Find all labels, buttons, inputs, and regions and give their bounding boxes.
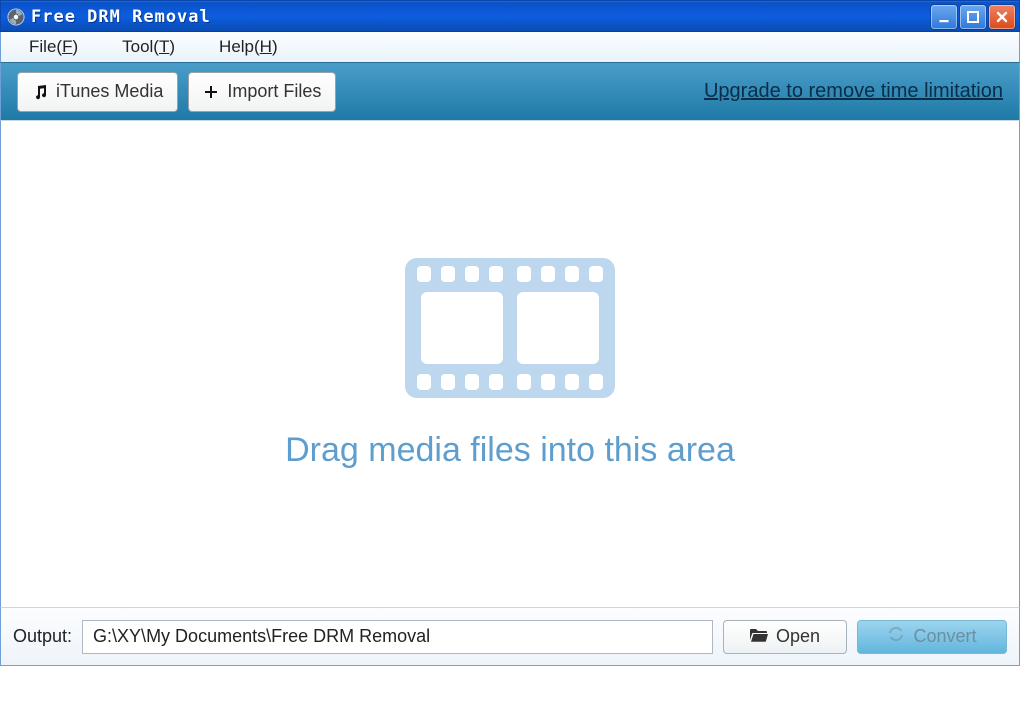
drop-area-text: Drag media files into this area xyxy=(285,431,735,470)
output-label: Output: xyxy=(13,626,72,647)
menu-help-key: H xyxy=(260,37,272,56)
minimize-button[interactable] xyxy=(931,5,957,29)
toolbar: iTunes Media Import Files Upgrade to rem… xyxy=(0,62,1020,120)
music-note-icon xyxy=(32,84,48,100)
maximize-button[interactable] xyxy=(960,5,986,29)
menu-help-close: ) xyxy=(272,37,278,56)
menu-file-label: File( xyxy=(29,37,62,56)
menu-tool[interactable]: Tool(T) xyxy=(100,35,197,59)
menu-help[interactable]: Help(H) xyxy=(197,35,300,59)
open-button[interactable]: Open xyxy=(723,620,847,654)
window-title: Free DRM Removal xyxy=(31,7,211,27)
menu-tool-close: ) xyxy=(169,37,175,56)
open-button-label: Open xyxy=(776,626,820,647)
convert-button[interactable]: Convert xyxy=(857,620,1007,654)
convert-button-label: Convert xyxy=(913,626,976,647)
bottombar: Output: Open Convert xyxy=(0,608,1020,666)
menu-tool-label: Tool( xyxy=(122,37,159,56)
upgrade-link[interactable]: Upgrade to remove time limitation xyxy=(704,80,1003,103)
drop-area[interactable]: Drag media files into this area xyxy=(0,120,1020,608)
menu-tool-key: T xyxy=(159,37,169,56)
app-window: Free DRM Removal File(F) Tool(T) Help(H)… xyxy=(0,0,1020,716)
menu-help-label: Help( xyxy=(219,37,260,56)
folder-open-icon xyxy=(750,626,768,647)
menubar: File(F) Tool(T) Help(H) xyxy=(0,32,1020,62)
film-strip-icon xyxy=(405,258,615,403)
import-files-button[interactable]: Import Files xyxy=(188,72,336,112)
import-files-label: Import Files xyxy=(227,81,321,102)
titlebar[interactable]: Free DRM Removal xyxy=(0,0,1020,32)
menu-file[interactable]: File(F) xyxy=(7,35,100,59)
menu-file-key: F xyxy=(62,37,72,56)
itunes-media-button[interactable]: iTunes Media xyxy=(17,72,178,112)
app-icon xyxy=(7,8,25,26)
close-button[interactable] xyxy=(989,5,1015,29)
itunes-media-label: iTunes Media xyxy=(56,81,163,102)
menu-file-close: ) xyxy=(72,37,78,56)
output-path-input[interactable] xyxy=(82,620,713,654)
refresh-icon xyxy=(887,625,905,648)
plus-icon xyxy=(203,84,219,100)
